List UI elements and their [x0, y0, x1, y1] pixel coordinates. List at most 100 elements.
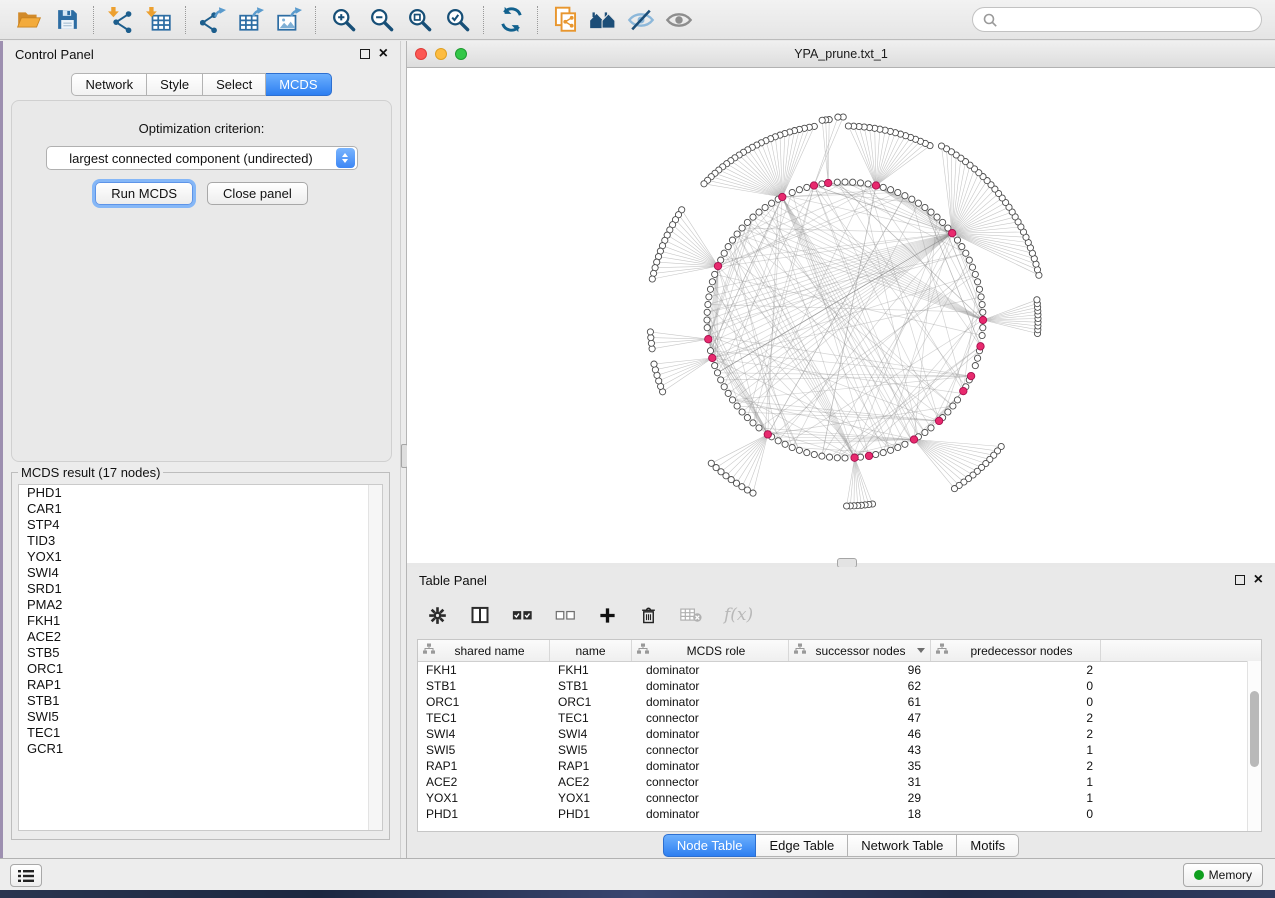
table-cell[interactable]: 31	[789, 775, 931, 789]
tab-node-table[interactable]: Node Table	[663, 834, 757, 857]
mcds-result-item[interactable]: CAR1	[19, 501, 382, 517]
table-cell[interactable]: dominator	[632, 727, 789, 741]
table-cell[interactable]: 2	[931, 727, 1101, 741]
memory-button[interactable]: Memory	[1183, 863, 1263, 887]
deselect-all-icon[interactable]	[555, 608, 576, 623]
table-cell[interactable]: ACE2	[550, 775, 632, 789]
table-cell[interactable]: 29	[789, 791, 931, 805]
result-scrollbar[interactable]	[368, 485, 382, 830]
table-row[interactable]: TEC1TEC1connector472	[418, 710, 1261, 726]
table-cell[interactable]: STB1	[418, 679, 550, 693]
zoom-selected-icon[interactable]	[438, 4, 476, 36]
mcds-result-item[interactable]: PMA2	[19, 597, 382, 613]
table-cell[interactable]: RAP1	[418, 759, 550, 773]
table-cell[interactable]: dominator	[632, 807, 789, 821]
table-cell[interactable]: SWI4	[550, 727, 632, 741]
hide-selected-icon[interactable]	[622, 4, 660, 36]
table-cell[interactable]: TEC1	[550, 711, 632, 725]
table-cell[interactable]: connector	[632, 791, 789, 805]
search-input[interactable]	[1002, 12, 1261, 28]
tab-motifs[interactable]: Motifs	[957, 834, 1019, 857]
table-cell[interactable]: 35	[789, 759, 931, 773]
table-cell[interactable]: connector	[632, 711, 789, 725]
table-cell[interactable]: dominator	[632, 695, 789, 709]
close-panel-button[interactable]: Close panel	[207, 182, 308, 205]
table-cell[interactable]: SWI4	[418, 727, 550, 741]
float-panel-icon[interactable]	[1235, 575, 1245, 585]
scrollbar-thumb[interactable]	[1250, 691, 1259, 767]
export-table-icon[interactable]	[232, 4, 270, 36]
table-cell[interactable]: SWI5	[418, 743, 550, 757]
refresh-icon[interactable]	[492, 4, 530, 36]
duplicate-network-icon[interactable]	[546, 4, 584, 36]
table-cell[interactable]: connector	[632, 775, 789, 789]
settings-gear-icon[interactable]	[427, 605, 448, 626]
table-row[interactable]: STB1STB1dominator620	[418, 678, 1261, 694]
zoom-fit-icon[interactable]	[400, 4, 438, 36]
table-cell[interactable]: 1	[931, 743, 1101, 757]
tab-select[interactable]: Select	[203, 73, 266, 96]
table-cell[interactable]: PHD1	[550, 807, 632, 821]
tab-edge-table[interactable]: Edge Table	[756, 834, 848, 857]
table-cell[interactable]: 0	[931, 679, 1101, 693]
table-row[interactable]: ORC1ORC1dominator610	[418, 694, 1261, 710]
import-table-icon[interactable]	[140, 4, 178, 36]
column-header-shared-name[interactable]: shared name	[418, 640, 550, 661]
mcds-result-item[interactable]: SWI5	[19, 709, 382, 725]
select-all-icon[interactable]	[512, 608, 533, 623]
column-header-name[interactable]: name	[550, 640, 632, 661]
table-row[interactable]: YOX1YOX1connector291	[418, 790, 1261, 806]
show-all-icon[interactable]	[660, 4, 698, 36]
table-cell[interactable]: ACE2	[418, 775, 550, 789]
table-cell[interactable]: SWI5	[550, 743, 632, 757]
table-cell[interactable]: 43	[789, 743, 931, 757]
table-cell[interactable]: 2	[931, 663, 1101, 677]
vertical-splitter[interactable]	[400, 41, 407, 858]
table-cell[interactable]: YOX1	[550, 791, 632, 805]
table-row[interactable]: FKH1FKH1dominator962	[418, 662, 1261, 678]
table-cell[interactable]: 2	[931, 759, 1101, 773]
table-cell[interactable]: 61	[789, 695, 931, 709]
table-cell[interactable]: dominator	[632, 663, 789, 677]
add-column-icon[interactable]	[598, 606, 617, 625]
table-scrollbar[interactable]	[1247, 661, 1261, 831]
first-neighbors-icon[interactable]	[584, 4, 622, 36]
mcds-result-item[interactable]: ACE2	[19, 629, 382, 645]
table-row[interactable]: PHD1PHD1dominator180	[418, 806, 1261, 822]
mcds-result-item[interactable]: SWI4	[19, 565, 382, 581]
export-network-icon[interactable]	[194, 4, 232, 36]
column-header-predecessor-nodes[interactable]: predecessor nodes	[931, 640, 1101, 661]
mcds-result-item[interactable]: STB1	[19, 693, 382, 709]
tab-network[interactable]: Network	[71, 73, 147, 96]
mcds-result-item[interactable]: GCR1	[19, 741, 382, 757]
mcds-result-item[interactable]: SRD1	[19, 581, 382, 597]
mcds-result-item[interactable]: YOX1	[19, 549, 382, 565]
table-cell[interactable]: FKH1	[418, 663, 550, 677]
table-row[interactable]: ACE2ACE2connector311	[418, 774, 1261, 790]
mcds-result-item[interactable]: ORC1	[19, 661, 382, 677]
table-cell[interactable]: 46	[789, 727, 931, 741]
table-cell[interactable]: STB1	[550, 679, 632, 693]
zoom-in-icon[interactable]	[324, 4, 362, 36]
save-icon[interactable]	[48, 4, 86, 36]
task-list-button[interactable]	[10, 864, 42, 887]
tab-mcds[interactable]: MCDS	[266, 73, 331, 96]
delete-column-icon[interactable]	[639, 605, 658, 625]
table-cell[interactable]: 0	[931, 807, 1101, 821]
mcds-result-list[interactable]: PHD1CAR1STP4TID3YOX1SWI4SRD1PMA2FKH1ACE2…	[18, 484, 383, 831]
float-panel-icon[interactable]	[360, 49, 370, 59]
table-cell[interactable]: TEC1	[418, 711, 550, 725]
table-cell[interactable]: 0	[931, 695, 1101, 709]
table-cell[interactable]: ORC1	[418, 695, 550, 709]
table-cell[interactable]: 18	[789, 807, 931, 821]
mcds-result-item[interactable]: PHD1	[19, 485, 382, 501]
close-panel-icon[interactable]: ×	[1254, 575, 1263, 585]
table-cell[interactable]: dominator	[632, 759, 789, 773]
network-canvas[interactable]	[407, 68, 1275, 563]
mcds-result-item[interactable]: STP4	[19, 517, 382, 533]
table-cell[interactable]: 1	[931, 775, 1101, 789]
mcds-result-item[interactable]: FKH1	[19, 613, 382, 629]
open-icon[interactable]	[10, 4, 48, 36]
table-cell[interactable]: YOX1	[418, 791, 550, 805]
table-cell[interactable]: 47	[789, 711, 931, 725]
